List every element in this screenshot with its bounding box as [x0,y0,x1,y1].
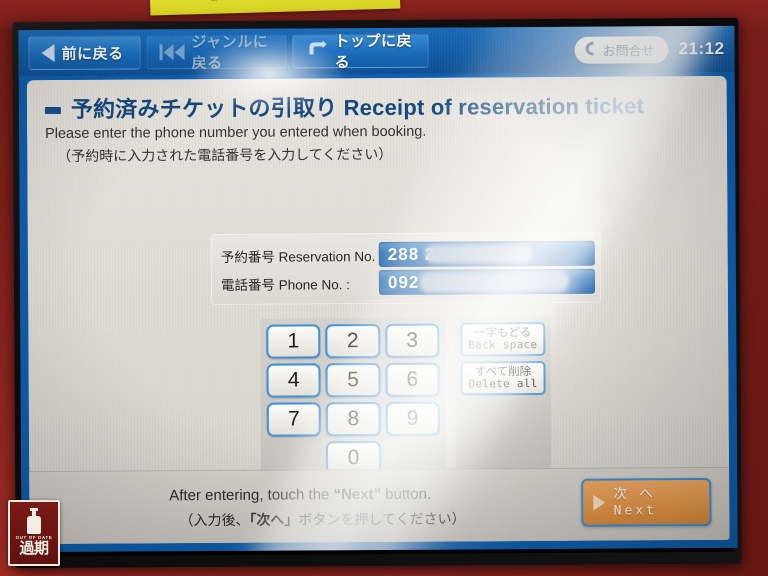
footer-bar: After entering, touch the “Next” button.… [29,466,730,545]
phone-no-redaction [418,270,570,293]
phone-icon [584,41,596,60]
triangle-right-icon [593,494,606,511]
phone-no-value: 092 [387,272,420,292]
delete-all-key-en: Delete all [468,377,538,391]
key-4[interactable]: 4 [266,363,321,398]
keypad-area: 1 2 3 4 5 6 7 8 9 0 一字もどる Back space すべて… [260,316,552,482]
next-button-label-en: Next [613,502,657,519]
key-3[interactable]: 3 [384,323,440,358]
kiosk-photo: 警告注意 前に戻る ジャンルに戻る [0,0,768,576]
key-2[interactable]: 2 [325,323,381,359]
footer-jp-suffix: ボタンを押してください） [298,510,466,528]
back-button-label: 前に戻る [61,45,124,63]
next-button[interactable]: 次 へ Next [581,477,712,527]
footer-instruction-japanese: （入力後、「次へ」ボタンを押してください） [179,508,465,530]
clock: 21:12 [678,38,725,59]
input-field-group: 予約番号 Reservation No. : 288 2 電話番号 Phone … [210,231,602,306]
delete-all-key[interactable]: すべて削除 Delete all [460,360,546,396]
reservation-no-field[interactable]: 288 2 [378,240,595,267]
triangle-left-icon [41,43,55,63]
next-button-labels: 次 へ Next [613,485,657,519]
reservation-no-row: 予約番号 Reservation No. : 288 2 [217,240,595,268]
back-button[interactable]: 前に戻る [28,35,141,71]
back-to-top-button[interactable]: トップに戻る [292,33,429,71]
content-panel: 予約済みチケットの引取り Receipt of reservation tick… [26,75,730,545]
back-to-genre-button[interactable]: ジャンルに戻る [146,34,287,72]
key-9[interactable]: 9 [385,401,440,436]
footer-instruction-english: After entering, touch the “Next” button. [169,486,431,505]
key-5[interactable]: 5 [325,362,381,398]
footer-jp-prefix: （入力後、 [179,511,250,529]
title-bullet-icon [44,106,61,114]
phone-no-field[interactable]: 092 [378,268,596,295]
footer-jp-quoted: 「次へ」 [249,511,299,528]
page-title: 予約済みチケットの引取り Receipt of reservation tick… [70,93,645,122]
next-button-label-jp: 次 へ [613,485,658,502]
touchscreen[interactable]: 前に戻る ジャンルに戻る トップに戻る お問合せ 21:12 予約済みチケットの… [18,25,738,553]
key-8[interactable]: 8 [326,401,381,437]
key-6[interactable]: 6 [385,362,440,397]
reservation-no-label: 予約番号 Reservation No. : [220,248,383,265]
back-to-genre-button-label: ジャンルに戻る [191,33,269,73]
footer-en-quoted: “Next” [333,485,382,504]
phone-no-label: 電話番号 Phone No. : [220,276,351,293]
yellow-warning-label-text: 警告注意 [210,0,250,3]
numeric-keypad: 1 2 3 4 5 6 7 8 9 0 [260,317,447,482]
instruction-english: Please enter the phone number you entere… [44,123,427,143]
backspace-key-en: Back space [468,338,538,352]
inquiry-button-label: お問合せ [602,43,655,59]
bottle-icon [27,508,41,534]
reservation-no-redaction [424,244,533,264]
return-arrow-icon [305,40,327,62]
editing-keys: 一字もどる Back space すべて削除 Delete all [455,316,552,481]
backspace-key[interactable]: 一字もどる Back space [460,321,546,357]
header-bar: 前に戻る ジャンルに戻る トップに戻る お問合せ 21:12 [18,25,735,77]
sticker-chinese-label: 過期 [19,540,49,557]
back-to-top-button-label: トップに戻る [334,32,413,72]
page-title-row: 予約済みチケットの引取り Receipt of reservation tick… [44,88,645,124]
instruction-japanese: （予約時に入力された電話番号を入力してください） [57,145,393,164]
key-1[interactable]: 1 [266,324,321,359]
skip-back-icon [159,44,185,61]
footer-en-prefix: After entering, touch the [169,486,334,505]
footer-en-suffix: button. [381,485,432,503]
key-7[interactable]: 7 [266,402,322,437]
phone-no-row: 電話番号 Phone No. : 092 [217,268,596,296]
inquiry-button[interactable]: お問合せ [574,36,669,64]
out-of-date-sticker: OUT OF DATE 過期 [8,500,60,566]
